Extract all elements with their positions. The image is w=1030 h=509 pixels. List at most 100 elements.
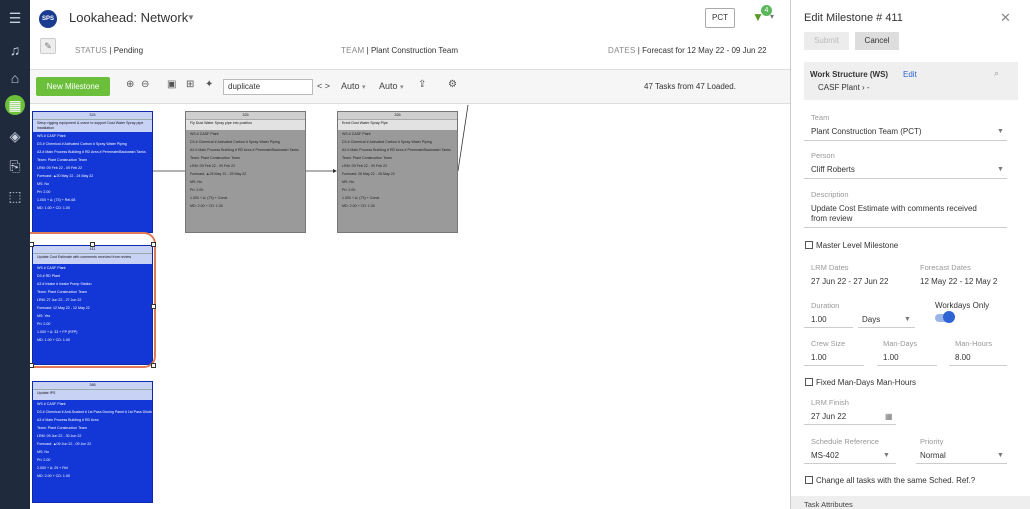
- edit-pencil-icon[interactable]: ✎: [40, 38, 56, 54]
- toggle-knob[interactable]: [943, 311, 955, 323]
- card-line: Pri: 2.00: [190, 188, 204, 192]
- forecast-dates-value[interactable]: 12 May 22 - 12 May 2: [920, 277, 997, 286]
- bell-icon[interactable]: ♫: [5, 40, 25, 60]
- search-input[interactable]: duplicate: [223, 79, 313, 95]
- master-level-checkbox[interactable]: [805, 241, 813, 249]
- chevron-down-icon[interactable]: ▼: [997, 166, 1004, 173]
- chart-icon[interactable]: ⬚: [5, 186, 25, 206]
- card-line: D3 # Chemical # Activated Carbon # Spray…: [37, 142, 127, 146]
- divider: [804, 463, 896, 464]
- lrm-finish-input[interactable]: 27 Jun 22: [811, 412, 846, 421]
- card-line: A3 # Main Process Building # RD Area # P…: [342, 148, 451, 152]
- resize-handle[interactable]: [151, 304, 156, 309]
- team-label: Team: [811, 113, 830, 122]
- card-line: MD: 2.00 + CD: 1.00: [342, 204, 375, 208]
- gear-icon[interactable]: ⚙: [448, 79, 457, 90]
- card-line: MS: No: [37, 450, 49, 454]
- calendar-icon[interactable]: ▦: [885, 412, 893, 421]
- zoom-out-icon[interactable]: ⊖: [141, 79, 149, 90]
- duration-input[interactable]: 1.00: [811, 315, 827, 324]
- duration-unit-select[interactable]: Days: [862, 315, 880, 324]
- close-icon[interactable]: ✕: [1000, 10, 1011, 26]
- resize-handle[interactable]: [151, 363, 156, 368]
- resize-handle[interactable]: [151, 242, 156, 247]
- card-line: MD: 2.00 + CD: 1.00: [37, 474, 70, 478]
- divider: [877, 365, 937, 366]
- toolbar: New Milestone ⊕ ⊖ ▣ ⊞ ✦ duplicate < > Au…: [30, 70, 790, 104]
- person-select[interactable]: Cliff Roberts: [811, 165, 855, 174]
- network-icon[interactable]: ▦: [5, 95, 25, 115]
- chevron-down-icon[interactable]: ▼: [883, 452, 890, 459]
- schedule-reference-label: Schedule Reference: [811, 437, 879, 446]
- card-line: MS: No: [190, 180, 202, 184]
- team-select[interactable]: Plant Construction Team (PCT): [811, 127, 922, 136]
- card-line: 2.000 + Δ: 29 + Rel: [37, 466, 68, 470]
- change-all-label: Change all tasks with the same Sched. Re…: [816, 476, 976, 485]
- description-line-2[interactable]: from review: [811, 214, 852, 223]
- card-line: Team: Plant Construction Team: [342, 156, 392, 160]
- team-label: TEAM: [341, 46, 365, 55]
- priority-select[interactable]: Normal: [920, 451, 946, 460]
- chevron-down-icon[interactable]: ▾: [770, 12, 774, 21]
- fixed-man-days-checkbox[interactable]: [805, 378, 813, 386]
- resize-handle[interactable]: [30, 242, 34, 247]
- ws-label: Work Structure (WS): [810, 70, 889, 79]
- task-card-388[interactable]: 388 Update IPS WS # CASF Plant D3 # Chem…: [32, 381, 153, 503]
- description-label: Description: [811, 190, 849, 199]
- schedule-reference-select[interactable]: MS-402: [811, 451, 839, 460]
- lrm-dates-value[interactable]: 27 Jun 22 - 27 Jun 22: [811, 277, 888, 286]
- divider: [916, 463, 1007, 464]
- chevron-down-icon[interactable]: ▼: [187, 13, 195, 22]
- network-canvas[interactable]: 324 Setup rigging equipment & crane to s…: [30, 105, 790, 509]
- edit-milestone-panel: Edit Milestone # 411 ✕ Submit Cancel Wor…: [790, 0, 1030, 509]
- pct-button[interactable]: PCT: [705, 8, 735, 28]
- fit-screen-icon[interactable]: ▣: [167, 79, 176, 90]
- auto-select-1[interactable]: Auto ▾: [341, 81, 366, 91]
- left-nav-rail: ☰ ♫ ⌂ ▦ ◈ ⎘ ⬚: [0, 0, 30, 509]
- card-line: WS # CASF Plant: [37, 134, 66, 138]
- crew-size-input[interactable]: 1.00: [811, 353, 827, 362]
- ws-edit-link[interactable]: Edit: [903, 70, 917, 79]
- zoom-in-icon[interactable]: ⊕: [126, 79, 134, 90]
- divider: [804, 178, 1007, 179]
- upload-icon[interactable]: ⇪: [418, 79, 426, 90]
- search-nav-arrows[interactable]: < >: [317, 81, 330, 91]
- crew-size-label: Crew Size: [811, 339, 846, 348]
- lrm-dates-label: LRM Dates: [811, 263, 849, 272]
- search-icon[interactable]: ⌕: [994, 68, 999, 79]
- new-milestone-button[interactable]: New Milestone: [36, 77, 110, 96]
- menu-icon[interactable]: ☰: [5, 8, 25, 28]
- dates-label: DATES: [608, 46, 636, 55]
- card-line: WS # CASF Plant: [342, 132, 371, 136]
- resize-handle[interactable]: [30, 363, 34, 368]
- card-line: Pri: 2.00: [37, 458, 51, 462]
- card-id: 326: [338, 112, 457, 119]
- change-all-checkbox[interactable]: [805, 476, 813, 484]
- submit-button[interactable]: Submit: [804, 32, 849, 50]
- export-icon[interactable]: ⎘: [5, 156, 25, 176]
- description-line-1[interactable]: Update Cost Estimate with comments recei…: [811, 204, 977, 213]
- layout-icon[interactable]: ⊞: [186, 79, 194, 90]
- chevron-down-icon[interactable]: ▼: [997, 452, 1004, 459]
- card-line: LRM: 09 Jun 22 - 30 Jun 22: [37, 434, 82, 438]
- auto-select-2[interactable]: Auto ▾: [379, 81, 404, 91]
- chevron-down-icon[interactable]: ▼: [904, 316, 911, 323]
- man-days-input[interactable]: 1.00: [883, 353, 899, 362]
- layers-icon[interactable]: ◈: [5, 126, 25, 146]
- task-card-325[interactable]: 325 Fly Dust Water Spray pipe into posit…: [185, 111, 306, 233]
- dates-meta: DATES | Forecast for 12 May 22 - 09 Jun …: [608, 46, 767, 55]
- card-line: A3 # Main Process Building # RD Area: [37, 418, 99, 422]
- divider: [858, 327, 915, 328]
- card-line: 1.000 + Δ: (73) + Rel-68: [37, 198, 76, 202]
- chevron-down-icon[interactable]: ▼: [997, 128, 1004, 135]
- home-icon[interactable]: ⌂: [5, 68, 25, 88]
- cancel-button[interactable]: Cancel: [855, 32, 899, 50]
- resize-handle[interactable]: [90, 242, 95, 247]
- card-line: MD: 1.00 + CD: 1.00: [37, 206, 70, 210]
- task-card-324[interactable]: 324 Setup rigging equipment & crane to s…: [32, 111, 153, 233]
- man-hours-input[interactable]: 8.00: [955, 353, 971, 362]
- status-meta: STATUS | Pending: [75, 46, 144, 55]
- magic-icon[interactable]: ✦: [205, 79, 213, 90]
- card-line: Pri: 2.00: [37, 190, 51, 194]
- task-card-326[interactable]: 326 Erect Dust Water Spray Pipe WS # CAS…: [337, 111, 458, 233]
